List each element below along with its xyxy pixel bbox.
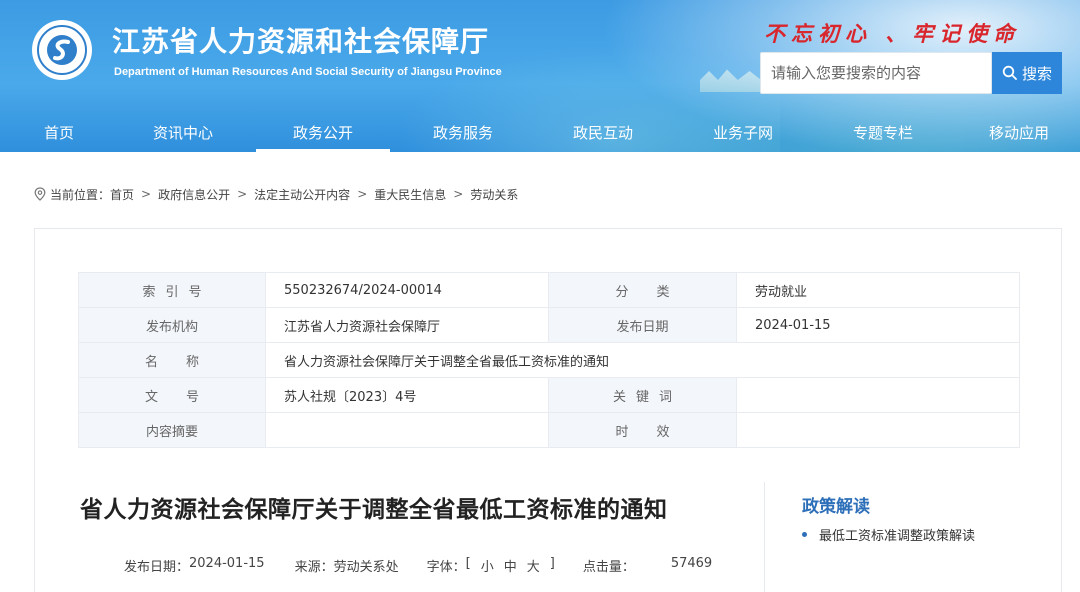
breadcrumb-labor-relations[interactable]: 劳动关系 xyxy=(470,186,518,203)
publisher-value: 江苏省人力资源社会保障厅 xyxy=(265,307,549,343)
sidebar-divider xyxy=(764,482,765,592)
summary-label: 内容摘要 xyxy=(78,412,266,448)
publish-date-meta-label: 发布日期： xyxy=(124,560,190,575)
search-icon xyxy=(1002,65,1017,80)
nav-item-home[interactable]: 首页 xyxy=(0,112,118,152)
font-size-bracket-close: ] xyxy=(549,556,555,571)
breadcrumb: 当前位置： 首页 > 政府信息公开 > 法定主动公开内容 > 重大民生信息 > … xyxy=(34,186,518,202)
nav-item-government-affairs-disclosure[interactable]: 政务公开 xyxy=(248,112,398,152)
breadcrumb-major-livelihood-info[interactable]: 重大民生信息 xyxy=(374,186,446,203)
publish-date-value: 2024-01-15 xyxy=(736,307,1020,343)
document-number-label: 文号 xyxy=(78,377,266,413)
nav-item-public-interaction[interactable]: 政民互动 xyxy=(528,112,678,152)
font-size-medium-button[interactable]: 中 xyxy=(504,556,517,575)
nav-item-special-topics[interactable]: 专题专栏 xyxy=(808,112,958,152)
category-label: 分类 xyxy=(548,272,737,308)
breadcrumb-government-info-disclosure[interactable]: 政府信息公开 xyxy=(158,186,230,203)
site-title-english: Department of Human Resources And Social… xyxy=(114,66,502,78)
breadcrumb-home[interactable]: 首页 xyxy=(110,186,134,203)
publish-date-meta-value: 2024-01-15 xyxy=(189,556,265,571)
bullet-icon xyxy=(802,532,807,537)
font-size-bracket-open: [ xyxy=(465,556,471,571)
search-input[interactable] xyxy=(760,52,992,94)
breadcrumb-separator: > xyxy=(141,187,152,201)
table-row: 文号 苏人社规〔2023〕4号 关键词 xyxy=(78,377,1020,413)
main-nav: 首页 资讯中心 政务公开 政务服务 政民互动 业务子网 专题专栏 移动应用 xyxy=(0,112,1080,152)
font-size-small-button[interactable]: 小 xyxy=(481,556,494,575)
slogan: 不忘初心 、牢记使命 xyxy=(764,21,1021,46)
nav-item-business-subsites[interactable]: 业务子网 xyxy=(678,112,808,152)
policy-interpretation-title: 政策解读 xyxy=(802,497,870,517)
table-row: 发布机构 江苏省人力资源社会保障厅 发布日期 2024-01-15 xyxy=(78,307,1020,343)
breadcrumb-prefix: 当前位置： xyxy=(50,187,111,202)
index-number-value: 550232674/2024-00014 xyxy=(265,272,549,308)
article-meta: 发布日期： 2024-01-15 来源： 劳动关系处 字体： [ 小 中 大 ]… xyxy=(124,556,712,575)
nav-item-government-services[interactable]: 政务服务 xyxy=(398,112,528,152)
font-size-large-button[interactable]: 大 xyxy=(527,556,540,575)
keywords-label: 关键词 xyxy=(548,377,737,413)
table-row: 名称 省人力资源社会保障厅关于调整全省最低工资标准的通知 xyxy=(78,342,1020,378)
source-label: 来源： xyxy=(294,560,334,575)
article-title: 省人力资源社会保障厅关于调整全省最低工资标准的通知 xyxy=(80,497,668,523)
table-row: 索引号 550232674/2024-00014 分类 劳动就业 xyxy=(78,272,1020,308)
jiangsu-hrss-emblem-icon[interactable] xyxy=(32,20,92,80)
site-title[interactable]: 江苏省人力资源和社会保障厅 xyxy=(112,20,489,60)
location-pin-icon xyxy=(34,187,46,201)
view-count-value: 57469 xyxy=(670,556,713,571)
nav-item-mobile-apps[interactable]: 移动应用 xyxy=(958,112,1080,152)
summary-value xyxy=(265,412,549,448)
policy-interpretation-link-label: 最低工资标准调整政策解读 xyxy=(819,529,976,544)
validity-label: 时效 xyxy=(548,412,737,448)
nav-item-news-center[interactable]: 资讯中心 xyxy=(118,112,248,152)
table-row: 内容摘要 时效 xyxy=(78,412,1020,448)
view-count-label: 点击量： xyxy=(582,560,635,575)
category-value: 劳动就业 xyxy=(736,272,1020,308)
breadcrumb-separator: > xyxy=(453,187,464,201)
site-header: 江苏省人力资源和社会保障厅 Department of Human Resour… xyxy=(0,0,1080,152)
policy-interpretation-link[interactable]: 最低工资标准调整政策解读 xyxy=(802,525,975,544)
font-size-label: 字体： xyxy=(426,560,466,575)
breadcrumb-separator: > xyxy=(357,187,368,201)
validity-value xyxy=(736,412,1020,448)
document-number-value: 苏人社规〔2023〕4号 xyxy=(265,377,549,413)
publisher-label: 发布机构 xyxy=(78,307,266,343)
source-value: 劳动关系处 xyxy=(333,560,399,575)
document-name-label: 名称 xyxy=(78,342,266,378)
index-number-label: 索引号 xyxy=(78,272,266,308)
search-button[interactable]: 搜索 xyxy=(992,52,1062,94)
search-button-label: 搜索 xyxy=(1021,64,1052,83)
publish-date-label: 发布日期 xyxy=(548,307,737,343)
breadcrumb-statutory-disclosure[interactable]: 法定主动公开内容 xyxy=(254,186,350,203)
document-metadata-table: 索引号 550232674/2024-00014 分类 劳动就业 发布机构 江苏… xyxy=(78,272,1020,448)
keywords-value xyxy=(736,377,1020,413)
breadcrumb-separator: > xyxy=(237,187,248,201)
document-name-value: 省人力资源社会保障厅关于调整全省最低工资标准的通知 xyxy=(265,342,1020,378)
